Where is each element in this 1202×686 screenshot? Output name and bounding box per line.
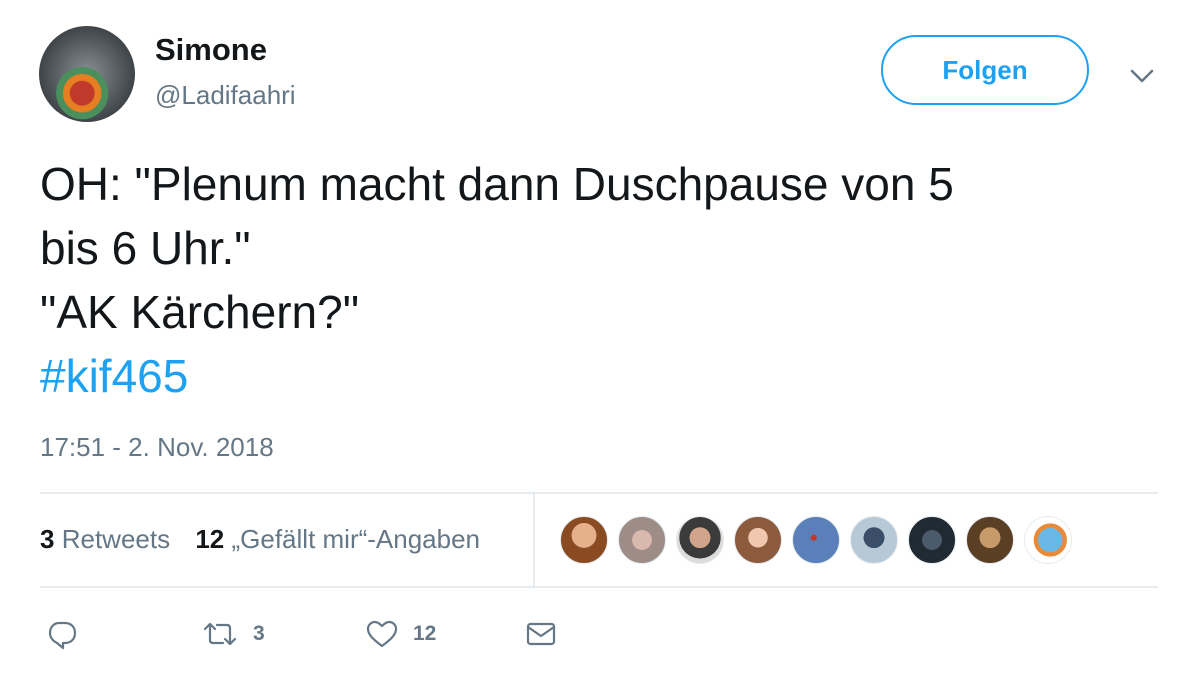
retweet-button[interactable]: 3 xyxy=(201,612,265,656)
likes-stat[interactable]: 12 „Gefällt mir“-Angaben xyxy=(195,524,480,554)
liker-avatar-6[interactable] xyxy=(850,516,898,564)
divider xyxy=(40,492,1158,494)
reply-button[interactable] xyxy=(46,612,78,656)
reply-icon xyxy=(48,621,77,650)
retweet-icon xyxy=(203,622,237,646)
retweets-label: Retweets xyxy=(61,524,171,554)
liker-avatar-3[interactable] xyxy=(676,516,724,564)
tweet-timestamp[interactable]: 17:51 - 2. Nov. 2018 xyxy=(40,432,274,463)
liker-avatar-9[interactable] xyxy=(1024,516,1072,564)
engagement-stats: 3 Retweets 12 „Gefällt mir“-Angaben xyxy=(40,524,498,555)
tweet-line: bis 6 Uhr." xyxy=(40,222,251,274)
tweet-line: OH: "Plenum macht dann Duschpause von 5 xyxy=(40,158,954,210)
divider xyxy=(40,586,1158,588)
chevron-down-icon[interactable] xyxy=(1126,60,1158,92)
like-button[interactable]: 12 xyxy=(365,612,436,656)
liker-avatar-8[interactable] xyxy=(966,516,1014,564)
author-handle[interactable]: @Ladifaahri xyxy=(155,80,296,111)
heart-icon xyxy=(366,620,398,648)
tweet-line: "AK Kärchern?" xyxy=(40,286,360,338)
author-avatar[interactable] xyxy=(39,26,135,122)
like-count: 12 xyxy=(413,622,437,645)
retweets-stat[interactable]: 3 Retweets xyxy=(40,524,170,554)
likes-count: 12 xyxy=(195,524,225,554)
direct-message-button[interactable] xyxy=(525,612,557,656)
liker-avatar-1[interactable] xyxy=(560,516,608,564)
liker-avatar-2[interactable] xyxy=(618,516,666,564)
retweets-count: 3 xyxy=(40,524,55,554)
tweet-text: OH: "Plenum macht dann Duschpause von 5 … xyxy=(40,152,1170,408)
liker-avatar-4[interactable] xyxy=(734,516,782,564)
author-name[interactable]: Simone xyxy=(155,32,267,68)
liker-avatar-5[interactable] xyxy=(792,516,840,564)
envelope-icon xyxy=(526,622,556,646)
divider xyxy=(533,493,535,586)
likes-label: „Gefällt mir“-Angaben xyxy=(231,524,481,554)
liker-avatars xyxy=(560,516,1082,564)
liker-avatar-7[interactable] xyxy=(908,516,956,564)
follow-button[interactable]: Folgen xyxy=(881,35,1089,105)
retweet-count: 3 xyxy=(253,622,265,645)
hashtag-link[interactable]: #kif465 xyxy=(40,344,1170,408)
